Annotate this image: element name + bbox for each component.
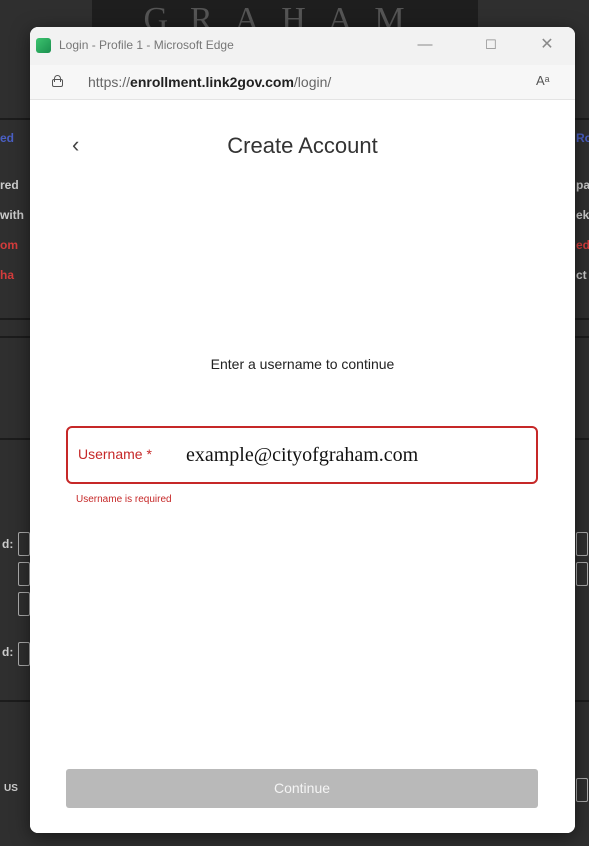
background-text: with: [0, 208, 24, 222]
username-prompt: Enter a username to continue: [210, 356, 395, 372]
address-bar[interactable]: https://enrollment.link2gov.com/login/ A…: [30, 65, 575, 100]
continue-button[interactable]: Continue: [66, 769, 538, 808]
url-prefix: https://: [88, 74, 131, 90]
maximize-button[interactable]: ☐: [477, 33, 505, 57]
background-text: red: [0, 178, 19, 192]
background-text: ct: [576, 268, 587, 282]
page-title: Create Account: [227, 133, 378, 158]
minimize-button[interactable]: —: [411, 33, 439, 57]
background-field: [576, 562, 588, 586]
browser-popup-window: Login - Profile 1 - Microsoft Edge — ☐ ✕…: [30, 27, 575, 833]
background-text: US: [4, 783, 18, 794]
url-path: /login/: [293, 74, 332, 90]
url-text[interactable]: https://enrollment.link2gov.com/login/: [88, 74, 331, 90]
username-field[interactable]: Username *: [66, 426, 538, 484]
background-text: ed: [576, 238, 589, 252]
page-content: ‹ Create Account Enter a username to con…: [30, 100, 575, 833]
background-field: [18, 562, 30, 586]
username-input[interactable]: [186, 440, 526, 470]
lock-icon[interactable]: [52, 75, 63, 87]
background-text: ed: [0, 131, 15, 145]
browser-app-icon: [36, 38, 51, 53]
background-field: [18, 592, 30, 616]
background-text: pa: [576, 178, 589, 192]
background-field: [18, 532, 30, 556]
background-field: [576, 532, 588, 556]
background-text: ha: [0, 268, 15, 282]
background-field: [576, 778, 588, 802]
read-aloud-icon[interactable]: Aᵃ: [536, 73, 550, 88]
background-field: [18, 642, 30, 666]
username-label: Username *: [78, 446, 152, 462]
window-titlebar[interactable]: Login - Profile 1 - Microsoft Edge — ☐ ✕: [30, 27, 575, 65]
close-window-button[interactable]: ✕: [533, 33, 561, 57]
username-error-message: Username is required: [76, 494, 172, 505]
background-text: om: [0, 238, 18, 252]
background-text: Ro: [576, 131, 589, 145]
url-domain: enrollment.link2gov.com: [130, 74, 294, 90]
background-text: ek: [576, 208, 589, 222]
window-title: Login - Profile 1 - Microsoft Edge: [59, 38, 234, 52]
background-text: d:: [2, 537, 14, 551]
background-text: d:: [2, 645, 14, 659]
background-header: GRAHAM: [92, 0, 478, 30]
